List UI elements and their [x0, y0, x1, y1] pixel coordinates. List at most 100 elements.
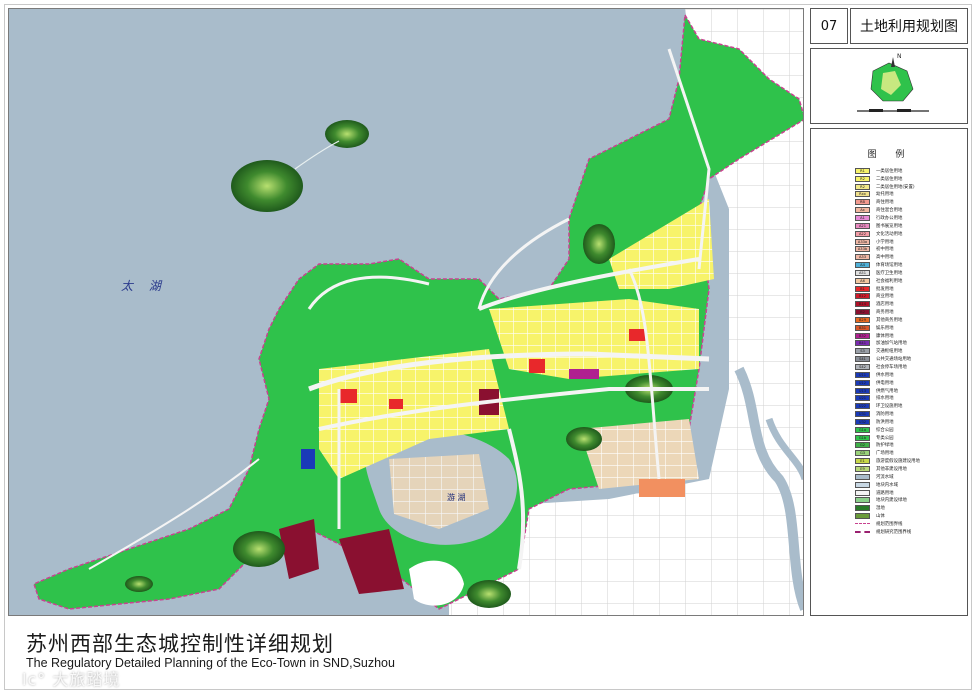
legend-item: S42 社会停车场用地 — [855, 363, 967, 371]
legend-item: B41 加油加气站用地 — [855, 340, 967, 348]
legend-label: 供燃气用地 — [876, 388, 898, 394]
legend-swatch: U11 — [855, 371, 870, 378]
legend-label: 公共交通场站用地 — [876, 357, 912, 363]
legend-item: U11 供水用地 — [855, 371, 967, 379]
legend-label: 二类居住用地(安置) — [876, 184, 915, 190]
legend-label: 批发用地 — [876, 286, 894, 292]
legend-swatch: B1 — [855, 285, 870, 292]
legend-item: R1 一类居住用地 — [855, 167, 967, 175]
legend-swatch: B14 — [855, 301, 870, 308]
legend-swatch: G3 — [855, 450, 870, 457]
hill-3 — [566, 427, 602, 451]
legend-swatch: G2 — [855, 442, 870, 449]
legend-swatch: G1b — [855, 434, 870, 441]
legend-item: A33a 小学用地 — [855, 238, 967, 246]
legend-item: R2 二类居住用地 — [855, 175, 967, 183]
legend-label: 其他非建设用地 — [876, 466, 907, 472]
legend-swatch: E1 — [855, 458, 870, 465]
island-small — [325, 120, 369, 148]
legend-item: RB 商住用地 — [855, 198, 967, 206]
legend-list: R1 一类居住用地 R2 二类居住用地 R2 二类居住用地(安置) Rxx 幼托用地 RB 商住用… — [855, 167, 967, 536]
legend-item: S3 交通枢纽用地 — [855, 347, 967, 355]
legend-label: 高中用地 — [876, 255, 894, 261]
north-label: N — [897, 53, 902, 60]
legend-swatch: G1a — [855, 426, 870, 433]
legend-swatch: A21 — [855, 222, 870, 229]
legend-swatch — [855, 497, 870, 504]
legend-label: 专类公园 — [876, 435, 894, 441]
legend-item: B12 商业用地 — [855, 293, 967, 301]
legend-label: 道路用地 — [876, 490, 894, 496]
legend-label: 二类居住用地 — [876, 176, 903, 182]
legend-label: 行政办公用地 — [876, 215, 903, 221]
legend-item: B14 酒店用地 — [855, 300, 967, 308]
scale-bar-segment — [869, 109, 883, 112]
land-use-map[interactable] — [9, 9, 804, 616]
hill-1 — [233, 531, 285, 567]
legend-label: 其他商务用地 — [876, 317, 903, 323]
legend-swatch: R2 — [855, 183, 870, 190]
legend-label: 消防用地 — [876, 412, 894, 418]
legend-swatch: B12 — [855, 293, 870, 300]
legend-label: 环卫设施用地 — [876, 404, 903, 410]
legend-label: 商务用地 — [876, 310, 894, 316]
legend-item: A51 医疗卫生用地 — [855, 269, 967, 277]
inner-lake-label: 游 湖 — [447, 493, 466, 502]
industrial-block — [639, 479, 685, 497]
legend-item: G1a 综合公园 — [855, 426, 967, 434]
legend-item: 规划研究范围界线 — [855, 528, 967, 536]
legend-label: 地块内水域 — [876, 482, 898, 488]
legend-item: S41 公共交通场站用地 — [855, 355, 967, 363]
legend-item: A4 体育场馆用地 — [855, 261, 967, 269]
legend-label: 酒店用地 — [876, 302, 894, 308]
legend-swatch: U12 — [855, 379, 870, 386]
map-title: 土地利用规划图 — [850, 8, 968, 44]
legend-label: 排水用地 — [876, 396, 894, 402]
legend-label: 供电用地 — [876, 380, 894, 386]
legend-label: 山体 — [876, 514, 885, 520]
legend-swatch: Rxx — [855, 191, 870, 198]
legend-item: A33b 初中用地 — [855, 245, 967, 253]
legend-label: 商业用地 — [876, 294, 894, 300]
residential-central — [489, 299, 699, 379]
legend-swatch — [855, 523, 870, 525]
hill-2 — [583, 224, 615, 264]
legend-label: 防护绿地 — [876, 443, 894, 449]
legend-swatch — [855, 473, 870, 480]
legend-item: B31 娱乐用地 — [855, 324, 967, 332]
legend-swatch: U22 — [855, 403, 870, 410]
legend-label: 娱乐用地 — [876, 325, 894, 331]
taihu-lake-label: 太 湖 — [121, 279, 167, 293]
legend-item: 道路用地 — [855, 489, 967, 497]
legend-label: 加油加气站用地 — [876, 341, 907, 347]
legend-label: 初中用地 — [876, 247, 894, 253]
legend-label: 体育场馆用地 — [876, 263, 903, 269]
legend-item: A33 高中用地 — [855, 253, 967, 261]
legend-swatch: A51 — [855, 269, 870, 276]
legend-swatch: R2 — [855, 175, 870, 182]
legend-item: Ax 商住混合用地 — [855, 206, 967, 214]
legend-swatch: U32 — [855, 418, 870, 425]
commercial-block-1 — [339, 389, 357, 403]
legend-label: 一类居住用地 — [876, 168, 903, 174]
recreation-block — [569, 369, 599, 379]
legend-item: B29 其他商务用地 — [855, 316, 967, 324]
legend-swatch: RB — [855, 199, 870, 206]
legend-swatch: A1 — [855, 214, 870, 221]
legend-swatch: U13 — [855, 387, 870, 394]
residential-southeast — [579, 419, 699, 489]
legend-item: U21 排水用地 — [855, 394, 967, 402]
legend-swatch: Ax — [855, 207, 870, 214]
island-large — [231, 160, 303, 212]
legend-item: U31 消防用地 — [855, 410, 967, 418]
legend-swatch: B32 — [855, 332, 870, 339]
legend-label: 供水用地 — [876, 372, 894, 378]
map-panel[interactable]: 太 湖 游 湖 — [8, 8, 804, 616]
legend-label: 商住用地 — [876, 200, 894, 206]
legend: 图 例 R1 一类居住用地 R2 二类居住用地 R2 二类居住用地(安置) Rxx 幼托用地 R… — [810, 128, 968, 616]
hill-4 — [467, 580, 511, 608]
legend-swatch — [855, 505, 870, 512]
legend-swatch: S42 — [855, 364, 870, 371]
legend-item: Rxx 幼托用地 — [855, 191, 967, 199]
legend-label: 地块内建设绿地 — [876, 498, 907, 504]
